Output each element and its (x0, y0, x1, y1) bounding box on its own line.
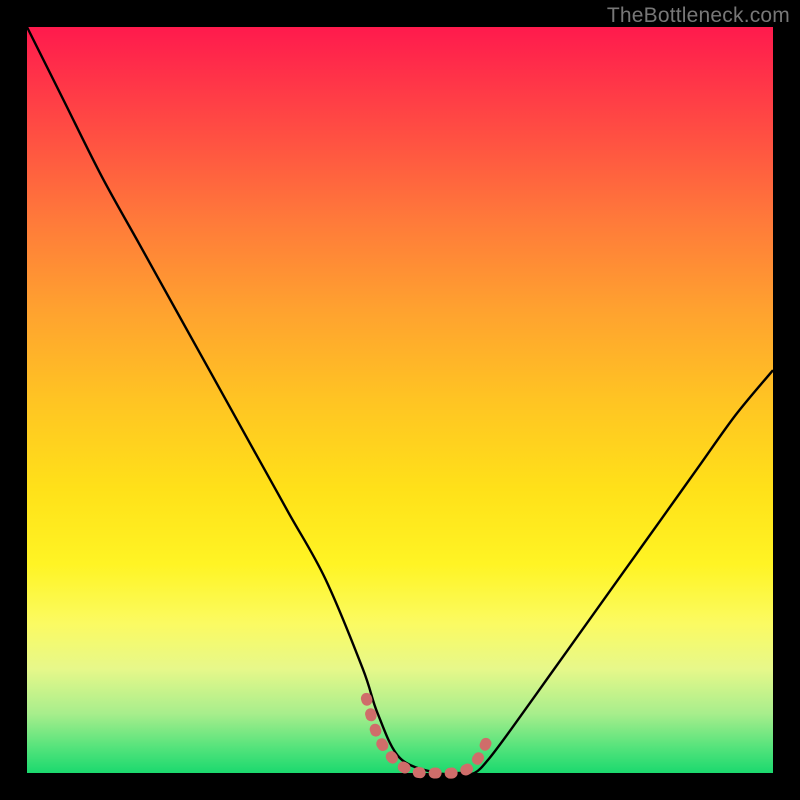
plot-area (27, 27, 773, 773)
valley-marker (366, 698, 489, 773)
chart-frame: TheBottleneck.com (0, 0, 800, 800)
watermark-text: TheBottleneck.com (607, 4, 790, 28)
bottleneck-curve (27, 27, 773, 774)
chart-svg (27, 27, 773, 773)
